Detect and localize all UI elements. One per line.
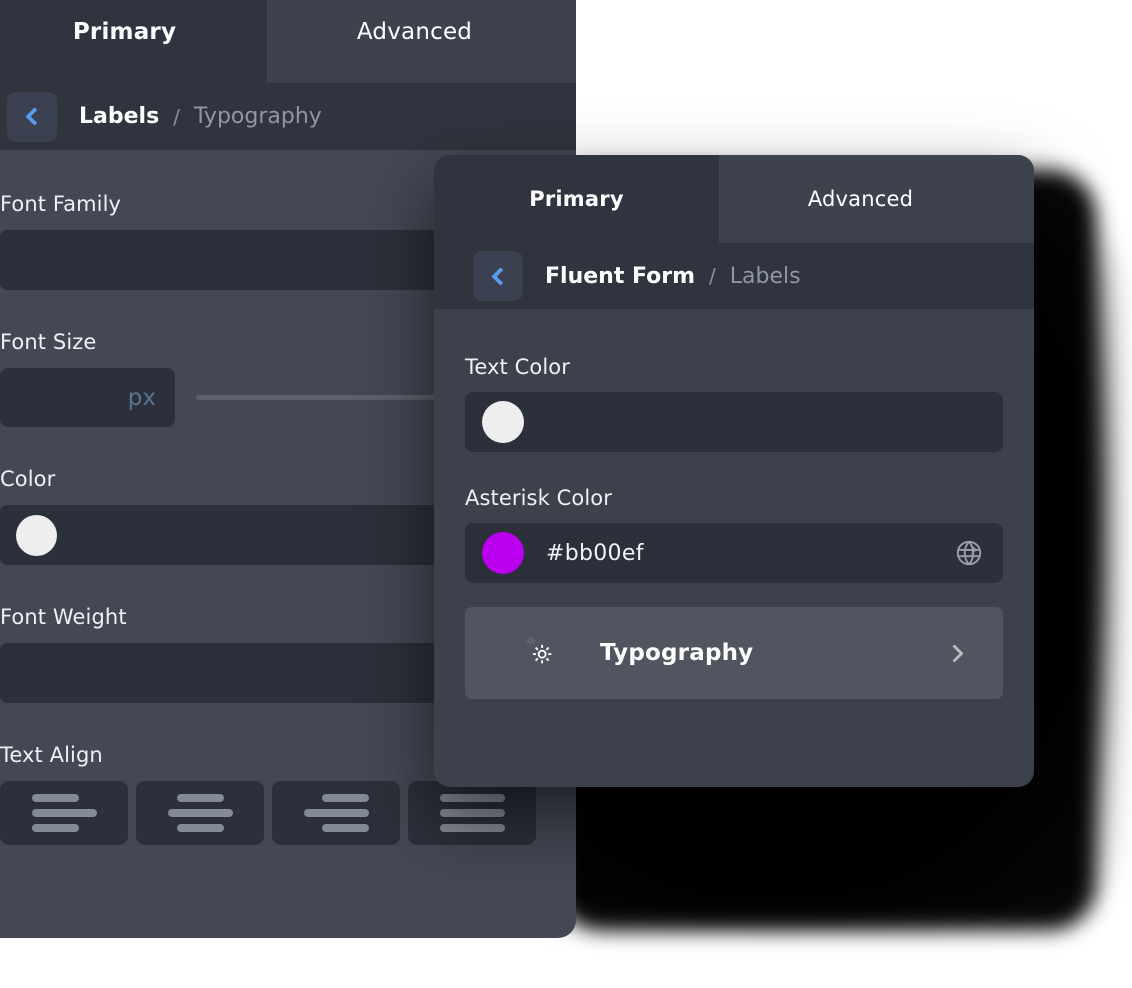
back-button[interactable] [7, 91, 57, 142]
align-right-button[interactable] [272, 781, 400, 845]
text-color-label: Text Color [465, 355, 570, 379]
gears-icon [522, 633, 562, 673]
field-asterisk-color: Asterisk Color #bb00ef [465, 486, 1003, 583]
field-text-color: Text Color [465, 355, 1003, 452]
globe-icon[interactable] [954, 538, 984, 568]
chevron-right-icon [945, 643, 964, 663]
front-breadcrumb-parent[interactable]: Labels [730, 264, 801, 289]
back-panel-tabbar: Primary Advanced [0, 0, 576, 83]
tab-advanced-label: Advanced [356, 18, 473, 45]
align-left-icon [31, 794, 79, 802]
front-panel-body: Text Color Asterisk Color #bb00ef Typogr… [434, 309, 1034, 699]
text-align-options [0, 781, 558, 845]
font-size-unit: px [127, 384, 156, 411]
front-settings-panel: Primary Advanced Fluent Form / Labels Te… [434, 155, 1034, 787]
typography-button[interactable]: Typography [465, 607, 1003, 699]
typography-label: Typography [600, 640, 754, 666]
tab-primary-label: Primary [72, 18, 177, 45]
back-panel-breadcrumb: Labels / Typography [0, 83, 576, 150]
tab-advanced[interactable]: Advanced [267, 0, 562, 83]
asterisk-color-label: Asterisk Color [465, 486, 612, 510]
breadcrumb-current[interactable]: Labels [79, 104, 159, 129]
chevron-left-icon [24, 107, 44, 126]
chevron-left-icon [490, 266, 510, 286]
screenshot-root: Primary Advanced Labels / Typography Fon… [0, 0, 1132, 988]
front-tab-primary-label: Primary [529, 187, 624, 211]
align-left-button[interactable] [0, 781, 128, 845]
breadcrumb-parent[interactable]: Typography [194, 104, 322, 129]
front-panel-breadcrumb: Fluent Form / Labels [434, 243, 1034, 309]
asterisk-color-input[interactable]: #bb00ef [465, 523, 1003, 583]
front-breadcrumb-current[interactable]: Fluent Form [545, 264, 695, 289]
asterisk-color-swatch[interactable] [482, 532, 524, 574]
font-size-input[interactable]: px [0, 368, 175, 427]
align-center-icon [176, 794, 224, 802]
align-justify-button[interactable] [408, 781, 536, 845]
align-center-button[interactable] [136, 781, 264, 845]
align-justify-icon [439, 794, 505, 802]
front-breadcrumb-separator: / [709, 264, 716, 288]
color-swatch[interactable] [16, 514, 57, 556]
breadcrumb-separator: / [173, 104, 180, 129]
front-back-button[interactable] [473, 251, 523, 301]
asterisk-color-value: #bb00ef [546, 540, 644, 566]
align-right-icon [321, 794, 369, 802]
front-tab-advanced[interactable]: Advanced [719, 155, 1002, 243]
front-panel-tabbar: Primary Advanced [434, 155, 1034, 243]
text-color-input[interactable] [465, 392, 1003, 452]
tab-primary[interactable]: Primary [0, 0, 267, 83]
text-color-swatch[interactable] [482, 401, 524, 443]
front-tab-advanced-label: Advanced [807, 187, 914, 211]
front-tab-primary[interactable]: Primary [434, 155, 719, 243]
